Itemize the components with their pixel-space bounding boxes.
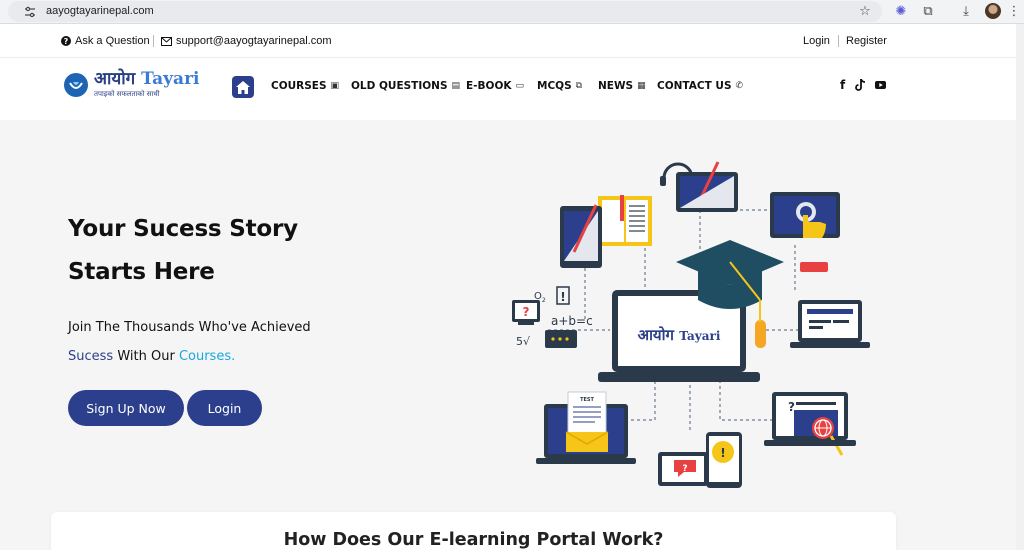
svg-text:?: ? xyxy=(64,37,69,46)
nav-contact-us[interactable]: CONTACT US ✆ xyxy=(657,80,743,92)
hero-desc-with-our: With Our xyxy=(117,349,175,364)
logo-latin: Tayari xyxy=(141,69,200,89)
sign-up-button[interactable]: Sign Up Now xyxy=(68,390,184,426)
menu-icon[interactable]: ⋮ xyxy=(1006,4,1022,20)
svg-text:!: ! xyxy=(720,446,725,460)
url-text[interactable]: aayogtayarinepal.com xyxy=(46,5,154,17)
register-label: Register xyxy=(846,35,887,47)
facebook-icon[interactable]: f xyxy=(840,78,845,92)
hero-title-line1: Your Sucess Story xyxy=(68,216,298,242)
nav-courses[interactable]: COURSES ▣ xyxy=(271,80,339,92)
puzzle-icon[interactable]: ⧉ xyxy=(920,4,936,20)
copy-icon: ⧉ xyxy=(575,81,583,91)
logo-tagline: तपाइको सफलताको साथी xyxy=(94,90,160,98)
laptop-icon: ▭ xyxy=(515,81,525,91)
home-icon xyxy=(236,80,250,94)
nav-mcqs[interactable]: MCQS ⧉ xyxy=(537,80,582,92)
newspaper-icon: ▦ xyxy=(637,81,646,91)
nav-label: E-BOOK xyxy=(466,80,512,92)
nav-label: COURSES xyxy=(271,80,327,92)
extension-icon[interactable]: ✺ xyxy=(893,4,909,20)
hero-login-button[interactable]: Login xyxy=(187,390,262,426)
illus-o2-sub: 2 xyxy=(542,297,546,304)
envelope-icon xyxy=(161,36,172,46)
phone-icon: ✆ xyxy=(735,81,744,91)
logo-devanagari: आयोग xyxy=(94,69,136,89)
site-logo[interactable]: आयोग Tayari तपाइको सफलताको साथी xyxy=(64,70,200,99)
illus-o2: O xyxy=(534,291,542,302)
profile-avatar[interactable] xyxy=(985,3,1001,19)
hero-desc-courses-link[interactable]: Courses. xyxy=(179,349,235,364)
ask-question-label: Ask a Question xyxy=(75,35,150,47)
login-link[interactable]: Login xyxy=(803,35,830,47)
illus-exclamation: ! xyxy=(560,290,565,304)
svg-text:?: ? xyxy=(788,400,795,414)
nav-label: MCQS xyxy=(537,80,572,92)
ask-question-link[interactable]: ? Ask a Question xyxy=(61,35,150,47)
login-label: Login xyxy=(803,35,830,47)
nav-ebook[interactable]: E-BOOK ▭ xyxy=(466,80,524,92)
book-illustration xyxy=(598,195,652,246)
top-info-bar: ? Ask a Question support@aayogtayarinepa… xyxy=(0,24,1016,58)
illus-brand-latin: Tayari xyxy=(679,329,721,343)
tiktok-icon[interactable] xyxy=(855,79,866,91)
nav-label: CONTACT US xyxy=(657,80,732,92)
hero-title-line2: Starts Here xyxy=(68,259,215,285)
how-it-works-card: How Does Our E-learning Portal Work? xyxy=(51,512,896,550)
nav-news[interactable]: NEWS ▦ xyxy=(598,80,646,92)
page-scrollbar[interactable] xyxy=(1016,24,1024,550)
hero-desc-word-sucess: Sucess xyxy=(68,349,114,364)
svg-text:आयोग Tayari: आयोग Tayari xyxy=(638,326,721,344)
section-title: How Does Our E-learning Portal Work? xyxy=(283,530,664,550)
download-icon[interactable]: ⤓ xyxy=(958,4,974,20)
browser-toolbar: aayogtayarinepal.com ☆ ✺ ⧉ ⤓ ⋮ xyxy=(0,0,1024,24)
address-bar[interactable]: aayogtayarinepal.com xyxy=(8,1,882,22)
tune-icon[interactable] xyxy=(24,6,36,18)
logo-emblem-icon xyxy=(64,72,88,97)
illus-formula: a+b=c xyxy=(551,314,593,328)
illus-brand-devanagari: आयोग xyxy=(638,326,675,344)
illus-sqrt: 5√ xyxy=(516,335,531,348)
nav-label: NEWS xyxy=(598,80,634,92)
illus-question-mark: ? xyxy=(523,305,530,319)
question-circle-icon: ? xyxy=(61,36,71,46)
email-label: support@aayogtayarinepal.com xyxy=(176,35,332,47)
e-learning-illustration: ? O2 ! a+b=c 5√ आयोग Tayari TEST ? ! ? xyxy=(512,161,870,488)
hero-description-line1: Join The Thousands Who've Achieved xyxy=(68,320,311,335)
star-icon[interactable]: ☆ xyxy=(857,4,873,20)
youtube-icon[interactable] xyxy=(875,80,886,90)
svg-text:?: ? xyxy=(682,464,687,474)
email-link[interactable]: support@aayogtayarinepal.com xyxy=(161,35,331,47)
paper-icon: ▤ xyxy=(451,81,461,91)
home-button[interactable] xyxy=(232,76,254,98)
divider xyxy=(838,35,839,47)
book-icon: ▣ xyxy=(330,81,340,91)
register-link[interactable]: Register xyxy=(846,35,887,47)
hero-description-line2: Sucess With Our Courses. xyxy=(68,349,235,364)
nav-old-questions[interactable]: OLD QUESTIONS ▤ xyxy=(351,80,460,92)
illus-test-label: TEST xyxy=(580,397,594,403)
nav-label: OLD QUESTIONS xyxy=(351,80,448,92)
divider xyxy=(153,35,154,47)
